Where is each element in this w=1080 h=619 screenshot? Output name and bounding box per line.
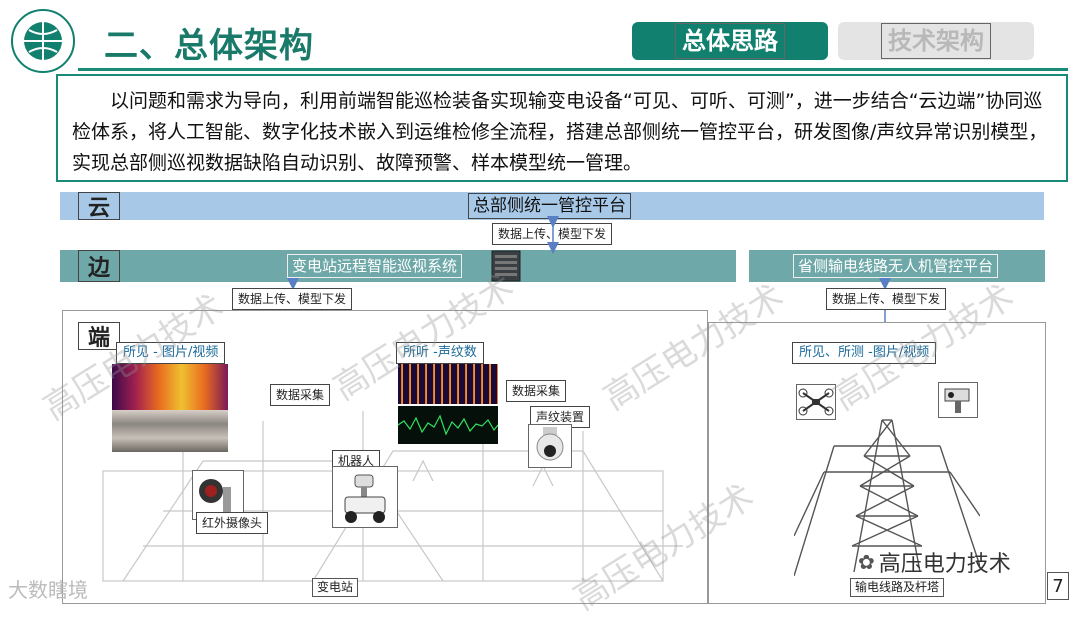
bottom-left-watermark: 大数瞎境 (8, 578, 88, 602)
data-collect-label-2: 数据采集 (506, 380, 567, 402)
dome-camera-icon (528, 424, 572, 468)
waveform-image (397, 406, 499, 444)
wechat-brand: ✿ 高压电力技术 (858, 546, 1011, 578)
edge-device-flow-label-left: 数据上传、模型下发 (232, 288, 353, 310)
brand-text: 高压电力技术 (878, 552, 1011, 577)
line-caption: 输电线路及杆塔 (850, 578, 945, 597)
page-number: 7 (1047, 572, 1069, 600)
ir-camera-label: 红外摄像头 (196, 512, 269, 534)
ptz-camera-icon (938, 382, 978, 418)
substation-caption: 变电站 (312, 578, 359, 597)
wechat-icon: ✿ (858, 550, 875, 574)
spectrogram-image (398, 364, 498, 404)
inspection-robot-icon (332, 466, 398, 528)
data-collect-label-1: 数据采集 (270, 384, 331, 406)
insulator-photo (112, 410, 228, 452)
edge-device-flow-label-right: 数据上传、模型下发 (826, 288, 947, 310)
